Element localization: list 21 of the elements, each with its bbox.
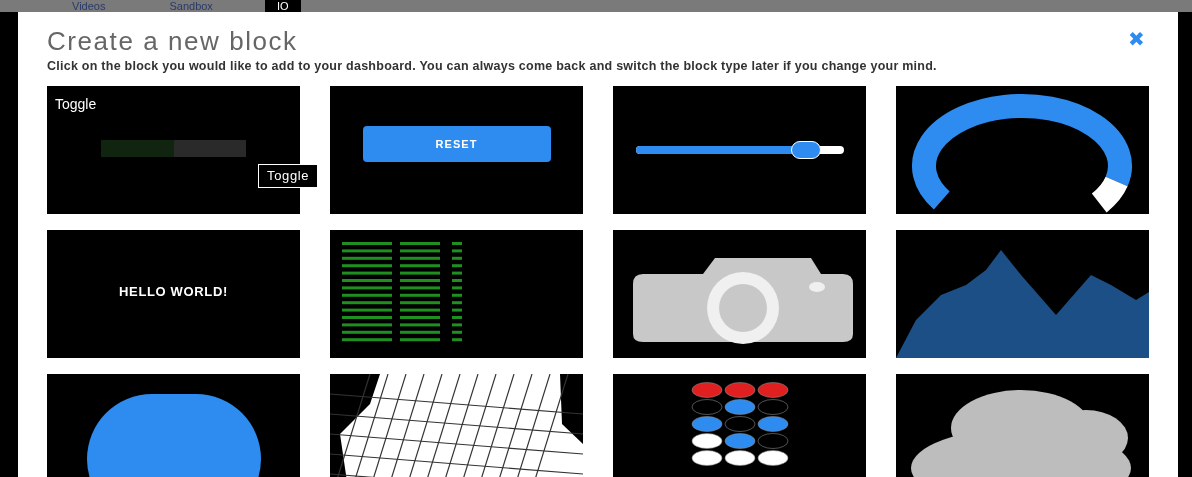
stream-block[interactable] [330, 230, 583, 358]
dialog-description: Click on the block you would like to add to your dashboard. You can always come back and switch the block type later if you change your mind. [47, 58, 938, 74]
reset-button: RESET [362, 126, 551, 162]
block-label: Toggle [54, 95, 98, 114]
text-block[interactable]: HELLO WORLD! [47, 230, 300, 358]
weather-block[interactable] [896, 374, 1149, 477]
close-button[interactable]: ✖ [1128, 28, 1145, 50]
nav-tab[interactable]: Videos [60, 0, 118, 12]
block-text: HELLO WORLD! [119, 283, 228, 302]
slider-block[interactable] [613, 86, 866, 214]
slider-thumb[interactable] [791, 141, 822, 159]
indicator-block[interactable] [47, 374, 300, 477]
nav-tab[interactable]: Sandbox [157, 0, 225, 12]
nav-tab[interactable]: IO [264, 0, 301, 12]
gauge-block[interactable] [896, 86, 1149, 214]
dialog-title: Create a new block [47, 25, 298, 58]
image-block[interactable] [613, 230, 866, 358]
tooltip: Toggle [258, 164, 319, 188]
button-block[interactable]: RESET [330, 86, 583, 214]
remote-block[interactable] [613, 374, 866, 477]
map-block[interactable] [330, 374, 583, 477]
